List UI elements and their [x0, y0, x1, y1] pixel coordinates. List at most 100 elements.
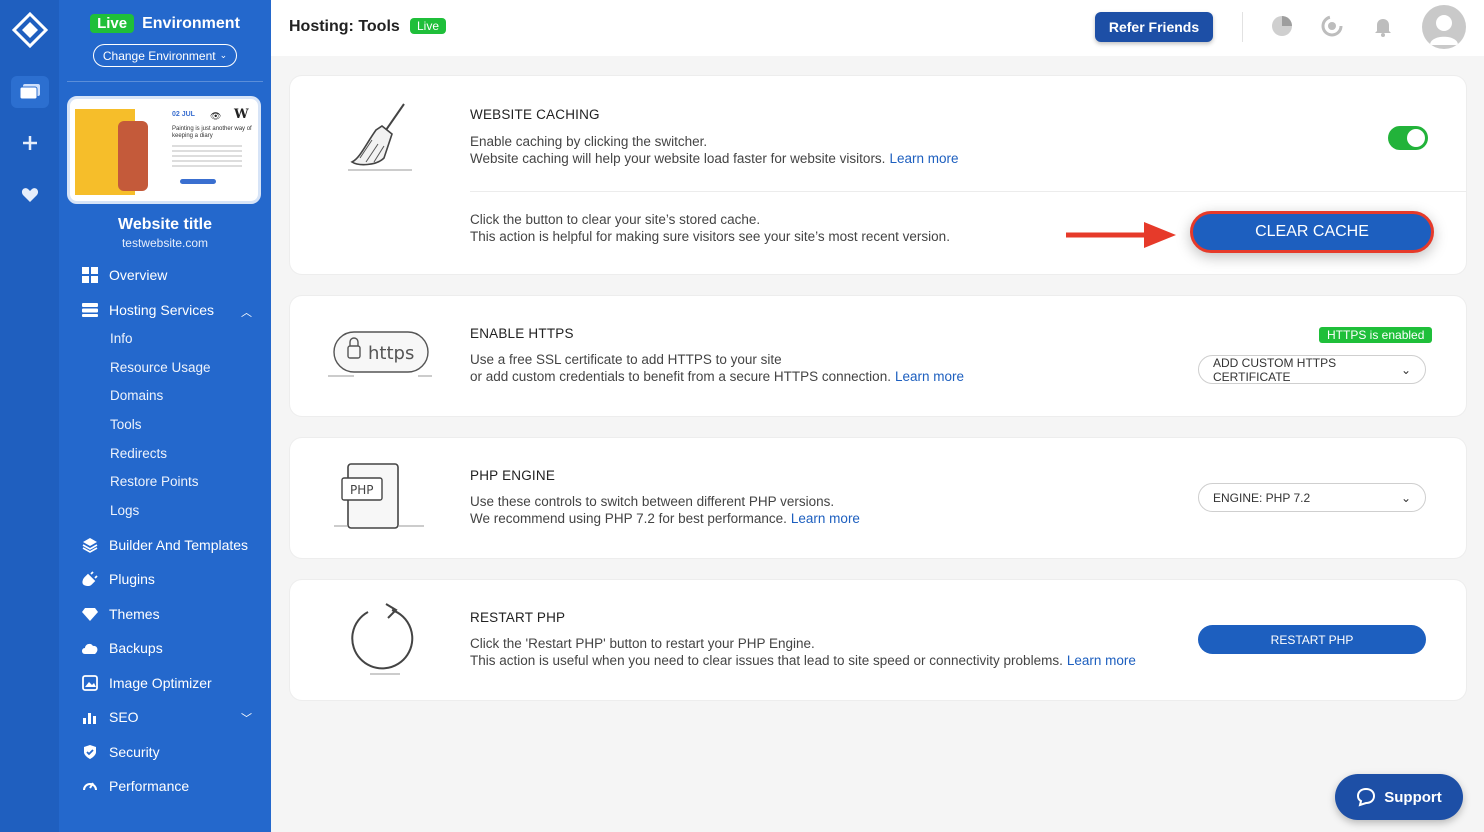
sidebar-item-label: Overview [109, 267, 168, 283]
chevron-down-icon: ⌄ [1400, 362, 1411, 377]
php-engine-select[interactable]: ENGINE: PHP 7.2 ⌄ [1198, 483, 1426, 512]
logo-icon[interactable] [12, 12, 48, 48]
add-icon[interactable] [11, 127, 49, 159]
refer-friends-button[interactable]: Refer Friends [1095, 12, 1213, 42]
environment-header: Live Environment [59, 14, 271, 33]
chevron-down-icon: ⌄ [1400, 490, 1411, 505]
chevron-up-icon[interactable]: ︿ [241, 304, 252, 320]
clear-cache-button[interactable]: CLEAR CACHE [1190, 211, 1434, 253]
top-bar: Hosting: Tools Live Refer Friends [271, 0, 1484, 56]
avatar[interactable] [1422, 5, 1466, 49]
sidebar-item-seo[interactable]: SEO [81, 708, 139, 726]
caching-learn-more-link[interactable]: Learn more [889, 151, 958, 166]
websites-icon[interactable] [11, 76, 49, 108]
support-label: Support [1384, 788, 1442, 806]
caching-desc-line1: Enable caching by clicking the switcher. [470, 134, 708, 149]
sidebar-item-label: Image Optimizer [109, 675, 212, 691]
caching-title: WEBSITE CACHING [470, 107, 600, 122]
restart-title: RESTART PHP [470, 610, 566, 625]
sidebar-item-security[interactable]: Security [81, 743, 160, 761]
sidebar-sub-logs[interactable]: Logs [110, 503, 139, 518]
bar-chart-icon [81, 708, 99, 726]
https-desc-line2: or add custom credentials to benefit fro… [470, 368, 964, 385]
sidebar-sub-domains[interactable]: Domains [110, 388, 163, 403]
sidebar-item-label: Hosting Services [109, 302, 215, 318]
thumbnail-tagline: Painting is just another way of keeping … [172, 126, 252, 139]
chevron-down-icon: ⌄ [219, 50, 228, 60]
sidebar-sub-resource-usage[interactable]: Resource Usage [110, 360, 211, 375]
sidebar-item-label: SEO [109, 709, 139, 725]
sidebar-item-overview[interactable]: Overview [81, 266, 167, 284]
sidebar-item-hosting-services[interactable]: Hosting Services [81, 301, 214, 319]
sidebar-divider [67, 81, 263, 82]
bell-icon[interactable] [1371, 14, 1395, 38]
page-title: Hosting: Tools [289, 18, 400, 35]
top-divider [1242, 12, 1243, 42]
sidebar-item-plugins[interactable]: Plugins [81, 570, 155, 588]
https-learn-more-link[interactable]: Learn more [895, 369, 964, 384]
php-learn-more-link[interactable]: Learn more [791, 511, 860, 526]
site-url[interactable]: testwebsite.com [59, 236, 271, 250]
environment-title: Environment [142, 14, 240, 32]
card-divider [470, 191, 1466, 192]
site-title: Website title [118, 216, 212, 233]
image-icon [81, 674, 99, 692]
https-desc-text: or add custom credentials to benefit fro… [470, 369, 891, 384]
sidebar-item-backups[interactable]: Backups [81, 639, 163, 657]
change-environment-button[interactable]: Change Environment ⌄ [93, 44, 237, 67]
thumbnail-flower [118, 121, 148, 191]
grid-icon [81, 266, 99, 284]
php-description: Use these controls to switch between dif… [470, 493, 860, 527]
restart-php-button[interactable]: RESTART PHP [1198, 625, 1426, 654]
thumbnail-button [180, 179, 216, 184]
enable-https-card: https ENABLE HTTPS Use a free SSL certif… [290, 296, 1466, 416]
php-engine-select-value: ENGINE: PHP 7.2 [1213, 490, 1311, 505]
eye-icon: 👁 [210, 111, 222, 121]
add-certificate-label: ADD CUSTOM HTTPS CERTIFICATE [1213, 355, 1337, 384]
sidebar-item-label: Themes [109, 606, 160, 622]
icon-rail [0, 0, 59, 832]
chat-bubble-icon [1357, 787, 1376, 807]
https-icon-text: https [368, 343, 414, 364]
restart-icon [351, 603, 414, 675]
php-desc-line1: Use these controls to switch between dif… [470, 494, 835, 509]
clear-cache-description: Click the button to clear your site’s st… [470, 211, 950, 245]
php-icon-text: PHP [350, 483, 374, 497]
sidebar-item-performance[interactable]: Performance [81, 777, 189, 795]
sidebar-sub-tools[interactable]: Tools [110, 417, 142, 432]
sidebar-item-themes[interactable]: Themes [81, 605, 160, 623]
website-thumbnail[interactable]: 02 JUL 👁 W Painting is just another way … [67, 96, 261, 204]
chevron-down-icon[interactable]: ﹀ [241, 710, 252, 726]
php-engine-card: PHP PHP ENGINE Use these controls to swi… [290, 438, 1466, 558]
caching-desc-text: Website caching will help your website l… [470, 151, 886, 166]
sidebar-item-label: Performance [109, 778, 190, 794]
https-lock-icon: https [328, 331, 432, 377]
restart-learn-more-link[interactable]: Learn more [1067, 653, 1136, 668]
caching-description: Enable caching by clicking the switcher.… [470, 133, 958, 167]
arrow-right-icon [1066, 222, 1176, 248]
php-file-icon: PHP [334, 463, 424, 529]
clear-cache-desc-line1: Click the button to clear your site’s st… [470, 212, 761, 227]
sidebar-item-builder-and-templates[interactable]: Builder And Templates [81, 536, 248, 554]
caching-toggle[interactable] [1388, 126, 1428, 150]
restart-php-card: RESTART PHP Click the 'Restart PHP' butt… [290, 580, 1466, 700]
sidebar-sub-redirects[interactable]: Redirects [110, 446, 167, 461]
restart-desc-line1: Click the 'Restart PHP' button to restar… [470, 636, 815, 651]
sidebar-item-label: Security [109, 744, 160, 760]
sidebar-item-label: Plugins [109, 571, 155, 587]
thumbnail-text-lines [172, 145, 242, 170]
speed-icon[interactable] [1320, 14, 1344, 38]
https-status-badge: HTTPS is enabled [1319, 327, 1433, 343]
sidebar-sub-info[interactable]: Info [110, 331, 133, 346]
server-icon [81, 301, 99, 319]
php-title: PHP ENGINE [470, 468, 556, 483]
sidebar-item-image-optimizer[interactable]: Image Optimizer [81, 674, 212, 692]
https-desc-line1: Use a free SSL certificate to add HTTPS … [470, 352, 782, 367]
sidebar-sub-restore-points[interactable]: Restore Points [110, 474, 199, 489]
support-button[interactable]: Support [1335, 774, 1463, 820]
restart-desc-line2: This action is useful when you need to c… [470, 652, 1136, 669]
thumbnail-date: 02 JUL [172, 111, 195, 118]
pie-chart-icon[interactable] [1270, 14, 1294, 38]
add-custom-https-certificate-button[interactable]: ADD CUSTOM HTTPS CERTIFICATE ⌄ [1198, 355, 1426, 384]
heart-icon[interactable] [11, 179, 49, 211]
